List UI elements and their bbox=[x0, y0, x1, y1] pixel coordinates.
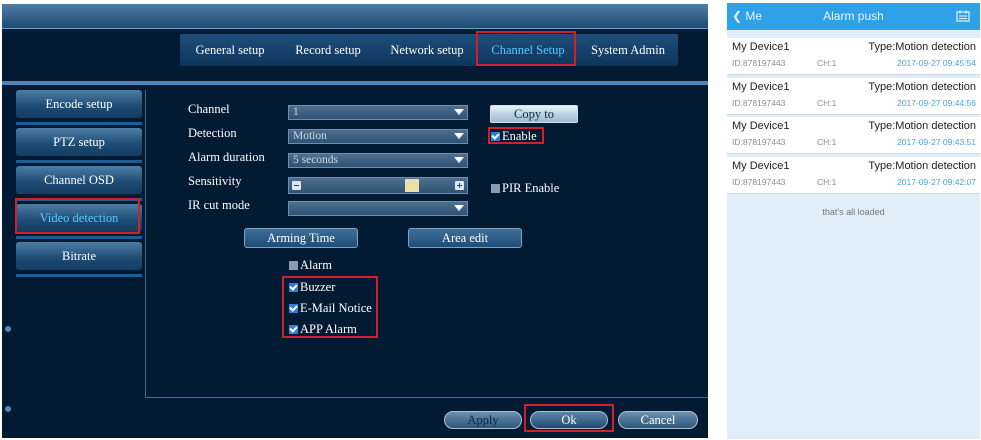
apply-button[interactable]: Apply bbox=[444, 411, 522, 429]
tab-network-setup[interactable]: Network setup bbox=[376, 34, 478, 66]
panel-divider-horizontal bbox=[145, 397, 708, 398]
cancel-button[interactable]: Cancel bbox=[618, 411, 698, 429]
sidebar-divider bbox=[16, 236, 142, 239]
highlight-ok-button bbox=[524, 404, 614, 432]
dvr-settings-window: General setup Record setup Network setup… bbox=[2, 4, 708, 438]
phone-alarm-push-screen: Alarm push ❮ Me My Device1 ID:878197443 … bbox=[727, 3, 980, 439]
arming-time-button[interactable]: Arming Time bbox=[244, 228, 358, 248]
phone-title: Alarm push bbox=[823, 9, 884, 23]
sidebar-divider bbox=[16, 160, 142, 163]
area-edit-button[interactable]: Area edit bbox=[408, 228, 522, 248]
alarm-type: Type:Motion detection bbox=[868, 120, 976, 132]
slider-plus-icon[interactable] bbox=[455, 181, 464, 190]
channel-number: CH:1 bbox=[817, 137, 837, 147]
sidebar-item-encode-setup[interactable]: Encode setup bbox=[16, 90, 142, 118]
highlight-video-detection bbox=[15, 198, 140, 234]
sidebar-item-bitrate[interactable]: Bitrate bbox=[16, 242, 142, 270]
sidebar-divider bbox=[16, 122, 142, 125]
channel-label: Channel bbox=[188, 102, 230, 116]
alarm-record[interactable]: My Device1 ID:878197443 CH:1 Type:Motion… bbox=[727, 78, 980, 115]
checkbox-unchecked-icon bbox=[491, 184, 500, 193]
alarm-time: 2017-09-27 09:42:07 bbox=[897, 177, 976, 187]
panel-divider-vertical bbox=[145, 90, 146, 398]
back-label: Me bbox=[745, 9, 763, 23]
alarm-checkbox[interactable]: Alarm bbox=[289, 258, 332, 273]
device-name: My Device1 bbox=[732, 120, 790, 132]
sidebar-divider bbox=[16, 274, 142, 277]
dvr-title-bar bbox=[2, 4, 708, 29]
alarm-record[interactable]: My Device1 ID:878197443 CH:1 Type:Motion… bbox=[727, 157, 980, 194]
alarm-time: 2017-09-27 09:43:51 bbox=[897, 137, 976, 147]
alarm-record[interactable]: My Device1 ID:878197443 CH:1 Type:Motion… bbox=[727, 38, 980, 75]
list-end-message: that's all loaded bbox=[822, 207, 885, 217]
device-name: My Device1 bbox=[732, 160, 790, 172]
back-button[interactable]: ❮ Me bbox=[732, 3, 762, 30]
pir-enable-label: PIR Enable bbox=[502, 181, 560, 195]
device-name: My Device1 bbox=[732, 81, 790, 93]
alarm-type: Type:Motion detection bbox=[868, 41, 976, 53]
sidebar-item-ptz-setup[interactable]: PTZ setup bbox=[16, 128, 142, 156]
tab-system-admin[interactable]: System Admin bbox=[578, 34, 678, 66]
chevron-down-icon bbox=[454, 157, 464, 163]
sidebar-item-channel-osd[interactable]: Channel OSD bbox=[16, 166, 142, 194]
slider-thumb[interactable] bbox=[405, 179, 419, 192]
channel-number: CH:1 bbox=[817, 98, 837, 108]
chevron-down-icon bbox=[454, 205, 464, 211]
alarm-type: Type:Motion detection bbox=[868, 160, 976, 172]
highlight-channel-setup bbox=[476, 31, 576, 66]
alarm-type: Type:Motion detection bbox=[868, 81, 976, 93]
channel-select[interactable]: 1 bbox=[288, 105, 468, 120]
slider-minus-icon[interactable] bbox=[292, 181, 301, 190]
calendar-icon[interactable] bbox=[956, 10, 970, 22]
sensitivity-label: Sensitivity bbox=[188, 174, 242, 188]
chevron-left-icon: ❮ bbox=[732, 9, 743, 23]
alarm-duration-value: 5 seconds bbox=[293, 154, 339, 166]
device-id: ID:878197443 bbox=[732, 177, 786, 187]
channel-number: CH:1 bbox=[817, 177, 837, 187]
device-id: ID:878197443 bbox=[732, 58, 786, 68]
alarm-duration-label: Alarm duration bbox=[188, 150, 265, 164]
highlight-notification-options bbox=[282, 276, 378, 338]
pir-enable-checkbox[interactable]: PIR Enable bbox=[491, 181, 559, 196]
alarm-record[interactable]: My Device1 ID:878197443 CH:1 Type:Motion… bbox=[727, 117, 980, 154]
device-name: My Device1 bbox=[732, 41, 790, 53]
detection-value: Motion bbox=[293, 130, 327, 142]
chevron-down-icon bbox=[454, 133, 464, 139]
channel-value: 1 bbox=[293, 106, 299, 118]
checkbox-unchecked-icon bbox=[289, 261, 298, 270]
bullet-dot bbox=[5, 406, 11, 412]
detection-label: Detection bbox=[188, 126, 237, 140]
settings-tab-bar: General setup Record setup Network setup… bbox=[180, 34, 678, 66]
alarm-duration-select[interactable]: 5 seconds bbox=[288, 153, 468, 168]
tab-record-setup[interactable]: Record setup bbox=[280, 34, 376, 66]
tab-general-setup[interactable]: General setup bbox=[180, 34, 280, 66]
phone-nav-bar: Alarm push ❮ Me bbox=[727, 3, 980, 30]
bullet-dot bbox=[5, 326, 11, 332]
alarm-time: 2017-09-27 09:44:56 bbox=[897, 98, 976, 108]
chevron-down-icon bbox=[454, 109, 464, 115]
device-id: ID:878197443 bbox=[732, 137, 786, 147]
ir-cut-mode-label: IR cut mode bbox=[188, 198, 250, 212]
copy-to-button[interactable]: Copy to bbox=[490, 105, 578, 123]
detection-select[interactable]: Motion bbox=[288, 129, 468, 144]
ir-cut-mode-select[interactable] bbox=[288, 201, 468, 216]
channel-number: CH:1 bbox=[817, 58, 837, 68]
tab-underline bbox=[2, 81, 708, 85]
alarm-time: 2017-09-27 09:45:54 bbox=[897, 58, 976, 68]
highlight-enable bbox=[488, 127, 544, 144]
sensitivity-slider[interactable] bbox=[288, 177, 468, 194]
device-id: ID:878197443 bbox=[732, 98, 786, 108]
alarm-label: Alarm bbox=[300, 258, 332, 272]
